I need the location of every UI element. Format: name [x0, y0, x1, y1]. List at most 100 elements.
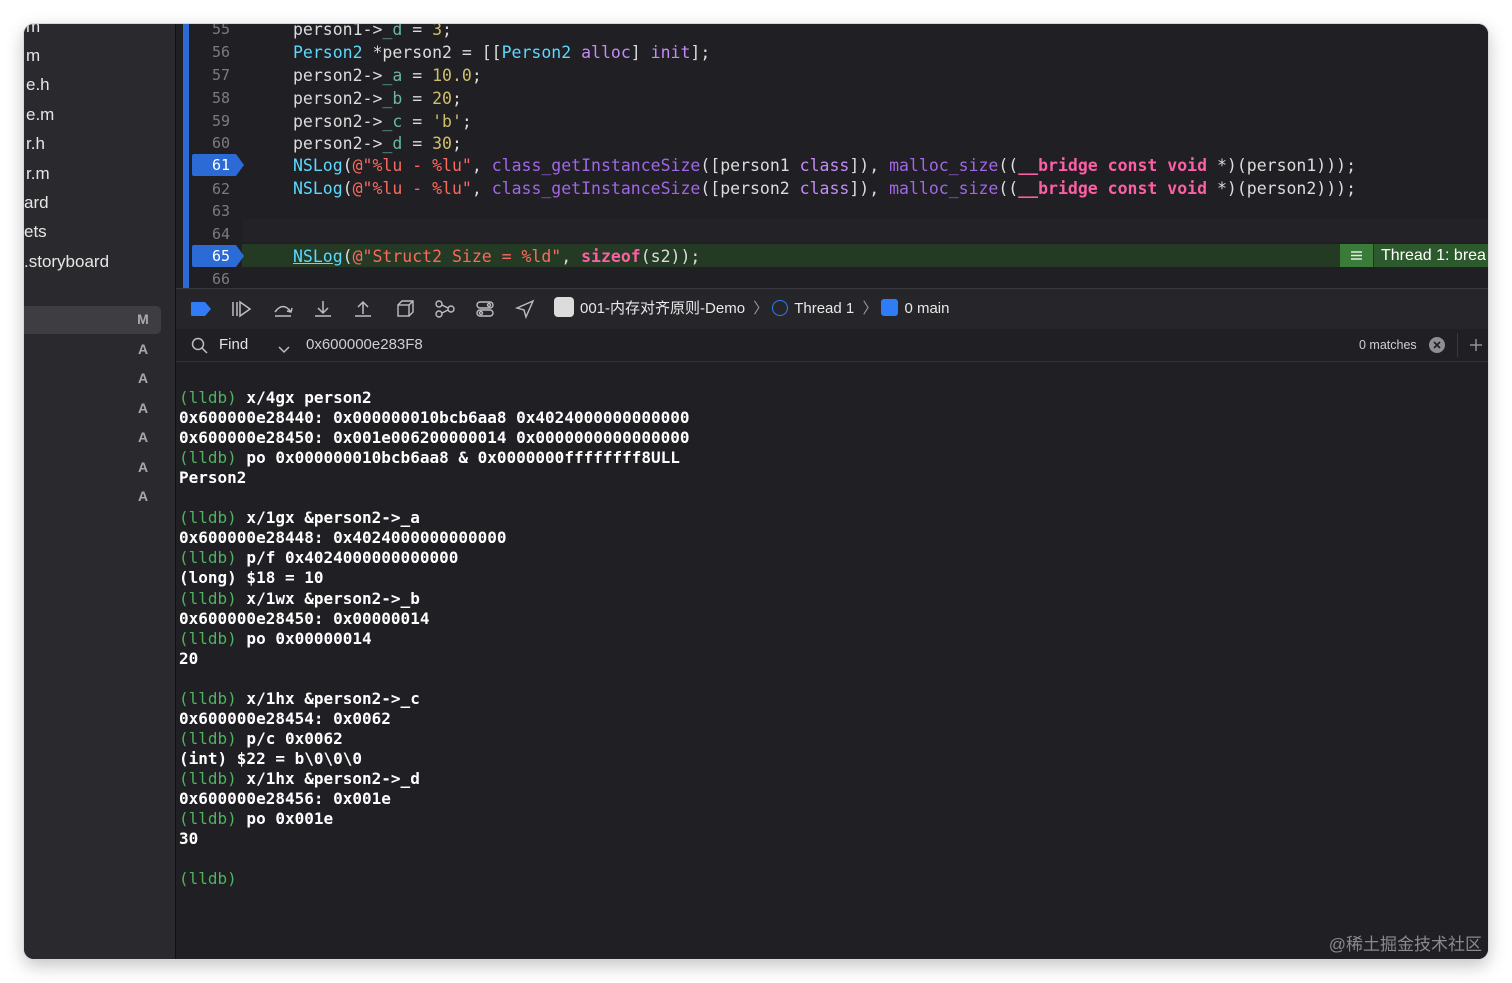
console-text: 20: [179, 648, 199, 668]
console-text: 0x600000e28454: 0x0062: [179, 708, 391, 728]
console-text: po 0x00000014: [236, 628, 372, 648]
environment-overrides-icon[interactable]: [474, 299, 496, 319]
source-editor[interactable]: 55 56 57 58 59 60 61 62 63 64 65 66 pers…: [176, 24, 1488, 288]
console-command-line: (lldb) p/f 0x4024000000000000: [179, 548, 458, 568]
chevron-right-icon: 〉: [753, 300, 769, 317]
console-output-line: 30: [179, 829, 198, 849]
source-control-status: A: [137, 341, 149, 357]
scheme-icon: [554, 297, 574, 317]
find-bar: Find 0x600000e283F8 0 matches: [176, 329, 1488, 362]
memory-graph-icon[interactable]: [434, 299, 456, 319]
menu-lines-icon: [1340, 244, 1374, 267]
breadcrumb-thread[interactable]: Thread 1: [794, 300, 854, 317]
nav-file[interactable]: ard: [24, 188, 49, 217]
lldb-prompt: (lldb): [179, 628, 237, 648]
code-line: person2->_a = 10.0;: [293, 66, 482, 85]
console-text: po 0x001e: [236, 809, 334, 829]
frame-user-icon: [881, 299, 899, 316]
nav-file[interactable]: ets: [24, 217, 47, 246]
clear-search-icon[interactable]: [1429, 337, 1445, 357]
source-control-status: A: [137, 429, 149, 445]
console-output-line: 0x600000e28450: 0x001e006200000014 0x000…: [179, 428, 690, 448]
lldb-prompt: (lldb): [179, 768, 237, 788]
console-text: (int) $22 = b\0\0\0: [179, 748, 363, 768]
nav-file[interactable]: m: [26, 24, 40, 41]
line-number: 64: [211, 225, 230, 243]
breakpoint-marker[interactable]: 65: [192, 245, 246, 267]
breakpoint-marker[interactable]: 61: [192, 154, 246, 176]
code-line: person2->_c = 'b';: [293, 112, 472, 131]
find-divider: [1457, 333, 1458, 357]
line-number: 62: [211, 180, 230, 198]
line-number: 55: [211, 24, 230, 38]
line-number: 65: [211, 247, 230, 265]
console-text: 0x600000e28456: 0x001e: [179, 789, 391, 808]
console-command-line: (lldb) x/1gx &person2->_a: [179, 508, 420, 528]
debug-console[interactable]: (lldb) x/4gx person2 0x600000e28440: 0x00…: [176, 362, 1488, 959]
console-output-line: 20: [179, 649, 198, 669]
console-output-line: 0x600000e28448: 0x4024000000000000: [179, 528, 507, 548]
line-number: 63: [211, 202, 230, 220]
view-hierarchy-icon[interactable]: [394, 299, 416, 319]
find-input[interactable]: 0x600000e283F8: [306, 329, 423, 361]
console-text: p/c 0x0062: [236, 728, 343, 748]
source-control-status: A: [137, 400, 149, 416]
line-number: 60: [211, 134, 230, 152]
console-command-line: (lldb): [179, 869, 237, 889]
thread-icon: [772, 300, 789, 316]
line-number: 57: [211, 66, 230, 84]
console-command-line: (lldb) x/1wx &person2->_b: [179, 589, 420, 609]
nav-file[interactable]: r.h: [26, 129, 45, 158]
code-line: person2->_d = 30;: [293, 134, 462, 153]
console-text: x/1hx &person2->_d: [236, 768, 420, 788]
source-control-status: A: [137, 370, 149, 386]
thread-breakpoint-badge[interactable]: Thread 1: brea: [1340, 244, 1488, 267]
breadcrumb-scheme[interactable]: 001-内存对齐原则-Demo: [580, 300, 745, 317]
step-out-icon[interactable]: [352, 299, 374, 319]
console-output-line: Person2: [179, 468, 246, 488]
lldb-prompt: (lldb): [179, 869, 237, 889]
plus-icon[interactable]: [1468, 337, 1484, 357]
nav-file[interactable]: e.h: [26, 70, 50, 99]
console-output-line: 0x600000e28440: 0x000000010bcb6aa8 0x402…: [179, 408, 690, 428]
lldb-prompt: (lldb): [179, 588, 237, 608]
nav-file[interactable]: m: [26, 41, 40, 70]
find-mode-label[interactable]: Find: [219, 329, 248, 361]
console-text: (long) $18 = 10: [179, 568, 324, 588]
breadcrumb-frame[interactable]: 0 main: [904, 300, 949, 317]
code-line: Person2 *person2 = [[Person2 alloc] init…: [293, 43, 711, 62]
chevron-down-icon[interactable]: [278, 340, 290, 359]
console-text: x/1gx &person2->_a: [236, 508, 420, 528]
nav-file[interactable]: r.m: [26, 159, 50, 188]
thread-badge-label: Thread 1: brea: [1381, 247, 1486, 264]
console-text: x/1hx &person2->_c: [236, 688, 420, 708]
console-command-line: (lldb) x/1hx &person2->_c: [179, 689, 420, 709]
console-text: Person2: [179, 468, 247, 488]
code-line: person1->_d = 3;: [293, 24, 452, 39]
breakpoint-gutter-bar[interactable]: [183, 24, 189, 288]
continue-icon[interactable]: [230, 299, 252, 319]
breakpoints-toggle-icon[interactable]: [190, 299, 212, 319]
code-line: NSLog(@"%lu - %lu", class_getInstanceSiz…: [293, 156, 1357, 175]
console-text: 0x600000e28440: 0x000000010bcb6aa8 0x402…: [179, 408, 690, 428]
console-text: po 0x000000010bcb6aa8 & 0x0000000fffffff…: [236, 448, 680, 468]
lldb-prompt: (lldb): [179, 508, 237, 528]
console-output-line: (long) $18 = 10: [179, 568, 324, 588]
project-navigator: m m e.h e.m r.h r.m ard ets .storyboard …: [24, 24, 175, 959]
code-line: person2->_b = 20;: [293, 89, 462, 108]
step-over-icon[interactable]: [272, 299, 294, 319]
lldb-prompt: (lldb): [179, 388, 237, 407]
step-into-icon[interactable]: [312, 299, 334, 319]
lldb-prompt: (lldb): [179, 448, 237, 468]
console-text: p/f 0x4024000000000000: [236, 548, 459, 568]
code-line: NSLog(@"%lu - %lu", class_getInstanceSiz…: [293, 179, 1357, 198]
search-icon: [191, 337, 209, 359]
nav-file[interactable]: e.m: [26, 100, 54, 129]
nav-file[interactable]: .storyboard: [24, 247, 109, 276]
console-text: x/4gx person2: [236, 388, 372, 407]
source-control-status: A: [137, 488, 149, 504]
console-text: 30: [179, 829, 199, 849]
console-command-line: (lldb) po 0x001e: [179, 809, 333, 829]
console-output-line: 0x600000e28454: 0x0062: [179, 709, 391, 729]
simulate-location-icon[interactable]: [514, 299, 536, 320]
